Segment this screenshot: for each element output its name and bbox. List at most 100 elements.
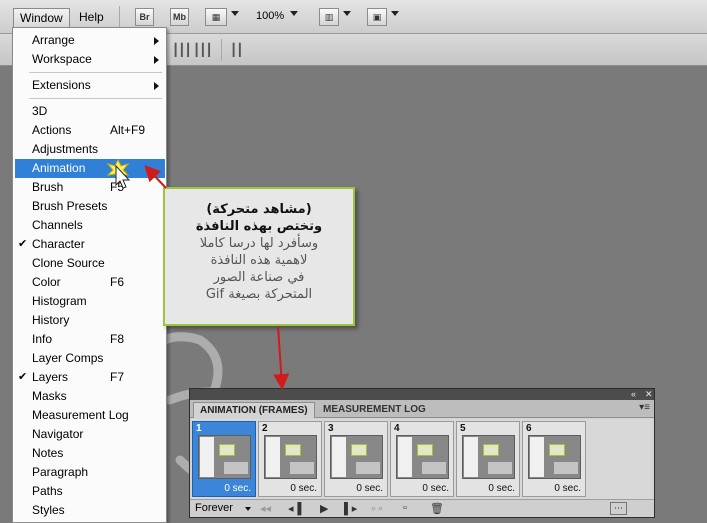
- menu-item-label: Actions: [32, 123, 72, 137]
- distribute-icon[interactable]: ┃┃┃ ┃┃┃: [172, 43, 213, 57]
- animation-frame[interactable]: 4 0 sec.: [390, 421, 454, 497]
- callout-line: في صناعة الصور: [213, 270, 305, 285]
- tween-icon[interactable]: ∘∘: [370, 502, 384, 515]
- view-extras-icon[interactable]: ▦: [205, 8, 227, 26]
- chevron-down-icon[interactable]: [231, 11, 239, 16]
- menu-item-label: Measurement Log: [32, 408, 129, 422]
- menu-item-measurement-log[interactable]: Measurement Log: [15, 406, 165, 425]
- frame-delay[interactable]: 0 sec.: [422, 483, 449, 494]
- menu-item-label: Styles: [32, 503, 65, 517]
- panel-menu-icon[interactable]: ▾≡: [639, 402, 650, 413]
- callout-line: (مشاهد متحركة): [206, 202, 312, 217]
- chevron-down-icon[interactable]: [343, 11, 351, 16]
- window-menu-dropdown: Arrange Workspace Extensions 3D Actions Alt+F…: [12, 27, 167, 523]
- menu-item-label: Masks: [32, 389, 67, 403]
- menu-item-label: Layer Comps: [32, 351, 104, 365]
- menu-item-history[interactable]: History: [15, 311, 165, 330]
- menu-item-paragraph[interactable]: Paragraph: [15, 463, 165, 482]
- frame-thumbnail: [330, 435, 383, 479]
- menu-item-shortcut: F6: [110, 275, 125, 289]
- frame-number: 3: [328, 423, 334, 434]
- menu-item-character[interactable]: ✔ Character: [15, 235, 165, 254]
- panel-tabs: ANIMATION (FRAMES) MEASUREMENT LOG ▾≡: [190, 400, 654, 418]
- frame-delay[interactable]: 0 sec.: [224, 483, 251, 494]
- frame-delay[interactable]: 0 sec.: [290, 483, 317, 494]
- animation-frame[interactable]: 5 0 sec.: [456, 421, 520, 497]
- collapse-icon[interactable]: «: [631, 389, 636, 400]
- menu-item-label: Channels: [32, 218, 83, 232]
- delete-frame-icon[interactable]: 🗑: [430, 502, 444, 515]
- zoom-level[interactable]: 100%: [256, 10, 284, 22]
- frame-delay[interactable]: 0 sec.: [488, 483, 515, 494]
- menu-item-histogram[interactable]: Histogram: [15, 292, 165, 311]
- menu-item-color[interactable]: Color F6: [15, 273, 165, 292]
- chevron-down-icon[interactable]: [245, 507, 251, 511]
- menu-item-navigator[interactable]: Navigator: [15, 425, 165, 444]
- mini-bridge-button[interactable]: Mb: [170, 8, 189, 26]
- menu-item-label: Info: [32, 332, 53, 346]
- menu-item-clone-source[interactable]: Clone Source: [15, 254, 165, 273]
- chevron-down-icon[interactable]: [290, 11, 298, 16]
- menu-item-label: Brush Presets: [32, 199, 108, 213]
- animation-frame[interactable]: 2 0 sec.: [258, 421, 322, 497]
- menu-item-label: Workspace: [32, 52, 92, 66]
- first-frame-icon[interactable]: ◂◂: [260, 502, 271, 515]
- menu-item-label: Paths: [32, 484, 63, 498]
- frame-delay[interactable]: 0 sec.: [554, 483, 581, 494]
- frame-number: 6: [526, 423, 532, 434]
- close-icon[interactable]: ✕: [645, 389, 653, 400]
- menu-item-masks[interactable]: Masks: [15, 387, 165, 406]
- menu-item-extensions[interactable]: Extensions: [15, 76, 165, 95]
- menu-item-shortcut: Alt+F9: [110, 123, 146, 137]
- auto-align-icon[interactable]: ┃┃: [230, 43, 243, 57]
- animation-frame[interactable]: 1 0 sec.: [192, 421, 256, 497]
- arrange-documents-icon[interactable]: ▥: [319, 8, 339, 26]
- menu-item-brush-presets[interactable]: Brush Presets: [15, 197, 165, 216]
- menu-item-label: Layers: [32, 370, 69, 384]
- play-icon[interactable]: ▶: [320, 502, 328, 515]
- callout-line: المتحركة بصيغة Gif: [205, 287, 313, 302]
- menu-help[interactable]: Help: [73, 8, 110, 28]
- menu-window[interactable]: Window: [13, 8, 70, 28]
- menu-item-workspace[interactable]: Workspace: [15, 50, 165, 69]
- duplicate-frame-icon[interactable]: ▫: [403, 502, 407, 514]
- chevron-down-icon[interactable]: [391, 11, 399, 16]
- menu-item-adjustments[interactable]: Adjustments: [15, 140, 165, 159]
- panel-titlebar[interactable]: « ✕: [190, 389, 654, 400]
- menu-item-label: Extensions: [32, 78, 91, 92]
- loop-select[interactable]: Forever: [195, 502, 233, 514]
- menu-item-brush[interactable]: Brush F5: [15, 178, 165, 197]
- checkmark-icon: ✔: [18, 371, 28, 383]
- previous-frame-icon[interactable]: ◂▐: [288, 502, 301, 515]
- menu-item-arrange[interactable]: Arrange: [15, 31, 165, 50]
- callout-line: لاهمية هذه النافذة: [210, 253, 308, 268]
- convert-timeline-icon[interactable]: ⋯: [610, 502, 627, 515]
- animation-frame[interactable]: 3 0 sec.: [324, 421, 388, 497]
- frame-thumbnail: [396, 435, 449, 479]
- menu-item-3d[interactable]: 3D: [15, 102, 165, 121]
- callout-line: وتختص بهذه النافذة: [195, 219, 323, 234]
- menu-item-paths[interactable]: Paths: [15, 482, 165, 501]
- menu-item-info[interactable]: Info F8: [15, 330, 165, 349]
- menu-item-label: Navigator: [32, 427, 84, 441]
- screen-mode-icon[interactable]: ▣: [367, 8, 387, 26]
- tab-measurement-log[interactable]: MEASUREMENT LOG: [317, 402, 432, 418]
- menu-item-label: Paragraph: [32, 465, 89, 479]
- panel-footer: Forever ◂◂ ◂▐ ▶ ▌▸ ∘∘ ▫ 🗑 ⋯: [190, 499, 654, 517]
- frame-delay[interactable]: 0 sec.: [356, 483, 383, 494]
- menu-item-notes[interactable]: Notes: [15, 444, 165, 463]
- menu-item-layers[interactable]: ✔ Layers F7: [15, 368, 165, 387]
- frame-number: 2: [262, 423, 268, 434]
- menu-item-styles[interactable]: Styles: [15, 501, 165, 520]
- next-frame-icon[interactable]: ▌▸: [344, 502, 357, 515]
- menu-item-layer-comps[interactable]: Layer Comps: [15, 349, 165, 368]
- menu-item-channels[interactable]: Channels: [15, 216, 165, 235]
- menu-item-animation[interactable]: Animation: [15, 159, 165, 178]
- bridge-button[interactable]: Br: [135, 8, 154, 26]
- tab-animation-frames[interactable]: ANIMATION (FRAMES): [193, 402, 315, 418]
- frame-number: 4: [394, 423, 400, 434]
- menu-item-actions[interactable]: Actions Alt+F9: [15, 121, 165, 140]
- animation-frame[interactable]: 6 0 sec.: [522, 421, 586, 497]
- menu-item-label: Notes: [32, 446, 64, 460]
- toolbar-separator: [221, 39, 222, 61]
